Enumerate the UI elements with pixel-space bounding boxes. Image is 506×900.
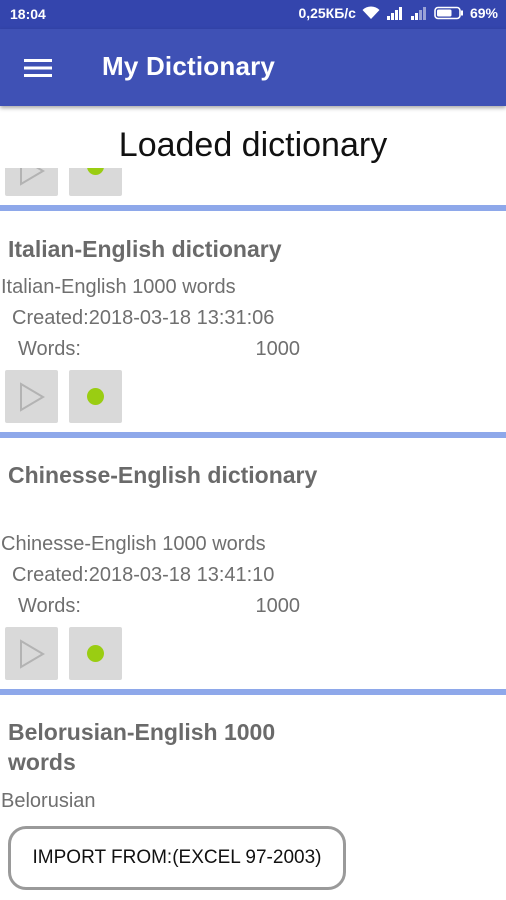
menu-button[interactable]: [20, 51, 56, 85]
play-triangle-icon: [20, 382, 45, 412]
play-button[interactable]: [5, 627, 58, 680]
page-header: Loaded dictionary: [0, 106, 506, 168]
dictionary-card: Italian-English dictionary Italian-Engli…: [0, 211, 506, 438]
green-dot-icon: [87, 645, 104, 662]
import-excel-button[interactable]: IMPORT FROM:(EXCEL 97-2003): [8, 826, 346, 890]
dictionary-created: Created:2018-03-18 13:41:10: [12, 564, 275, 586]
status-button[interactable]: [69, 627, 122, 680]
app-title: My Dictionary: [102, 51, 276, 81]
battery-icon: [434, 6, 463, 20]
page-title: Loaded dictionary: [118, 126, 388, 164]
signal-icon: [386, 7, 402, 20]
words-label: Words:: [18, 338, 81, 360]
words-value: 1000: [255, 338, 301, 360]
play-button[interactable]: [5, 370, 58, 423]
dictionary-subtitle: Belorusian: [1, 790, 96, 812]
status-button[interactable]: [69, 370, 122, 423]
dictionary-title: Italian-English dictionary: [8, 236, 282, 262]
dictionary-subtitle: Chinesse-English 1000 words: [1, 533, 266, 555]
signal-icon-secondary: [410, 7, 426, 20]
words-label: Words:: [18, 595, 81, 617]
dictionary-subtitle: Italian-English 1000 words: [1, 276, 236, 298]
battery-percent: 69%: [469, 5, 498, 21]
status-bar: 18:04 0,25КБ/с 69%: [0, 0, 506, 29]
dictionary-title: Chinesse-English dictionary: [8, 462, 318, 488]
screen: 18:04 0,25КБ/с 69% My Dictionary Italian…: [0, 0, 506, 900]
hamburger-menu-icon: [24, 59, 52, 77]
play-triangle-icon: [20, 639, 45, 669]
dictionary-title: Belorusian-English 1000 words: [8, 719, 276, 775]
status-time: 18:04: [10, 6, 46, 22]
app-bar: My Dictionary: [0, 29, 506, 106]
wifi-icon: [362, 6, 380, 19]
network-speed: 0,25КБ/с: [298, 5, 356, 21]
dictionary-created: Created:2018-03-18 13:31:06: [12, 307, 275, 329]
status-indicators: 0,25КБ/с 69%: [298, 5, 498, 21]
dictionary-card: Chinesse-English dictionary Chinesse-Eng…: [0, 438, 506, 688]
dictionary-list[interactable]: Italian-English dictionary Italian-Engli…: [0, 106, 506, 900]
words-value: 1000: [255, 595, 301, 617]
green-dot-icon: [87, 388, 104, 405]
